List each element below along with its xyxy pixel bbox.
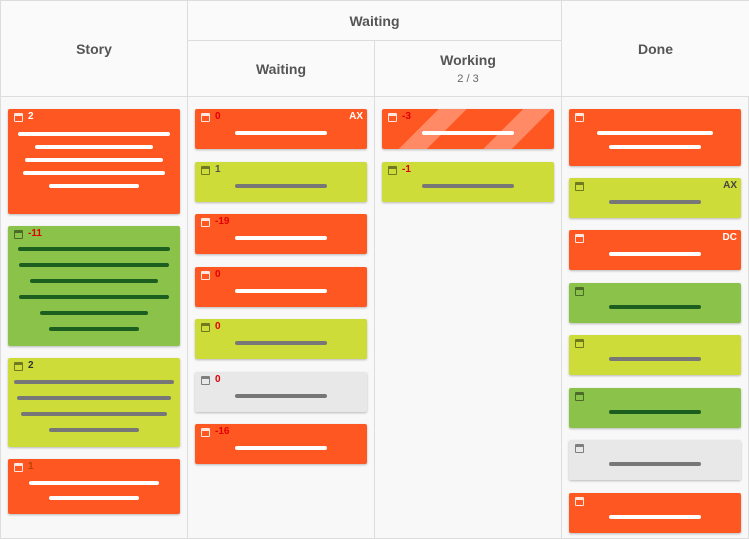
column-header-waiting[interactable]: Waiting [188,41,375,97]
column-waiting: 0 AX 1 -19 0 0 0 -16 [188,97,375,539]
waiting-card[interactable]: 0 [195,372,367,412]
story-card[interactable]: 2 [8,109,180,214]
column-title: Working [440,52,496,68]
calendar-icon [575,339,584,348]
done-card[interactable] [569,283,741,323]
card-tag: AX [723,180,737,191]
calendar-icon [14,362,23,371]
calendar-icon [575,182,584,191]
column-title: Waiting [255,60,307,77]
calendar-icon [201,218,210,227]
calendar-icon [201,271,210,280]
column-group-title: Waiting [349,12,400,29]
column-done: AX DC [562,97,749,539]
card-number: 1 [215,164,221,175]
calendar-icon [201,428,210,437]
done-card[interactable] [569,493,741,533]
waiting-card[interactable]: 0 [195,267,367,307]
card-number: 0 [215,111,221,122]
column-story: 2 -11 2 1 [1,97,188,539]
card-number: 0 [215,374,221,385]
calendar-icon [575,497,584,506]
calendar-icon [388,113,397,122]
waiting-card[interactable]: 1 [195,162,367,202]
calendar-icon [201,166,210,175]
card-number: 1 [28,461,34,472]
card-number: 0 [215,269,221,280]
calendar-icon [575,234,584,243]
story-card[interactable]: 1 [8,459,180,514]
card-number: 2 [28,111,34,122]
wip-limit-count: 2 / 3 [457,73,479,85]
card-number: -3 [402,111,411,122]
card-number: -1 [402,164,411,175]
done-card[interactable] [569,109,741,166]
card-number: -11 [28,228,42,239]
done-card[interactable] [569,335,741,375]
calendar-icon [388,166,397,175]
done-card[interactable]: DC [569,230,741,270]
waiting-card[interactable]: -19 [195,214,367,254]
card-number: -19 [215,216,230,227]
done-card[interactable] [569,388,741,428]
calendar-icon [201,376,210,385]
kanban-board: Story Waiting Waiting Working 2 / 3 Done… [0,0,749,539]
calendar-icon [201,113,210,122]
calendar-icon [575,113,584,122]
calendar-icon [575,444,584,453]
column-working: -3 -1 [375,97,562,539]
column-header-story[interactable]: Story [1,1,188,97]
card-number: -16 [215,426,230,437]
card-number: 0 [215,321,221,332]
card-tag: DC [722,232,737,243]
column-header-done[interactable]: Done [562,1,749,97]
waiting-card[interactable]: -16 [195,424,367,464]
calendar-icon [575,287,584,296]
card-number: 2 [28,360,34,371]
calendar-icon [14,113,23,122]
calendar-icon [575,392,584,401]
card-tag: AX [349,111,363,122]
waiting-card[interactable]: 0 [195,319,367,359]
calendar-icon [201,323,210,332]
working-card[interactable]: -1 [382,162,554,202]
calendar-icon [14,463,23,472]
working-card[interactable]: -3 [382,109,554,149]
column-group-header-waiting[interactable]: Waiting [188,1,562,41]
done-card[interactable]: AX [569,178,741,218]
calendar-icon [14,230,23,239]
waiting-card[interactable]: 0 AX [195,109,367,149]
done-card[interactable] [569,440,741,480]
story-card[interactable]: 2 [8,358,180,447]
story-card[interactable]: -11 [8,226,180,346]
column-header-working[interactable]: Working 2 / 3 [375,41,562,97]
column-title: Done [638,40,673,57]
column-title: Story [76,40,112,57]
